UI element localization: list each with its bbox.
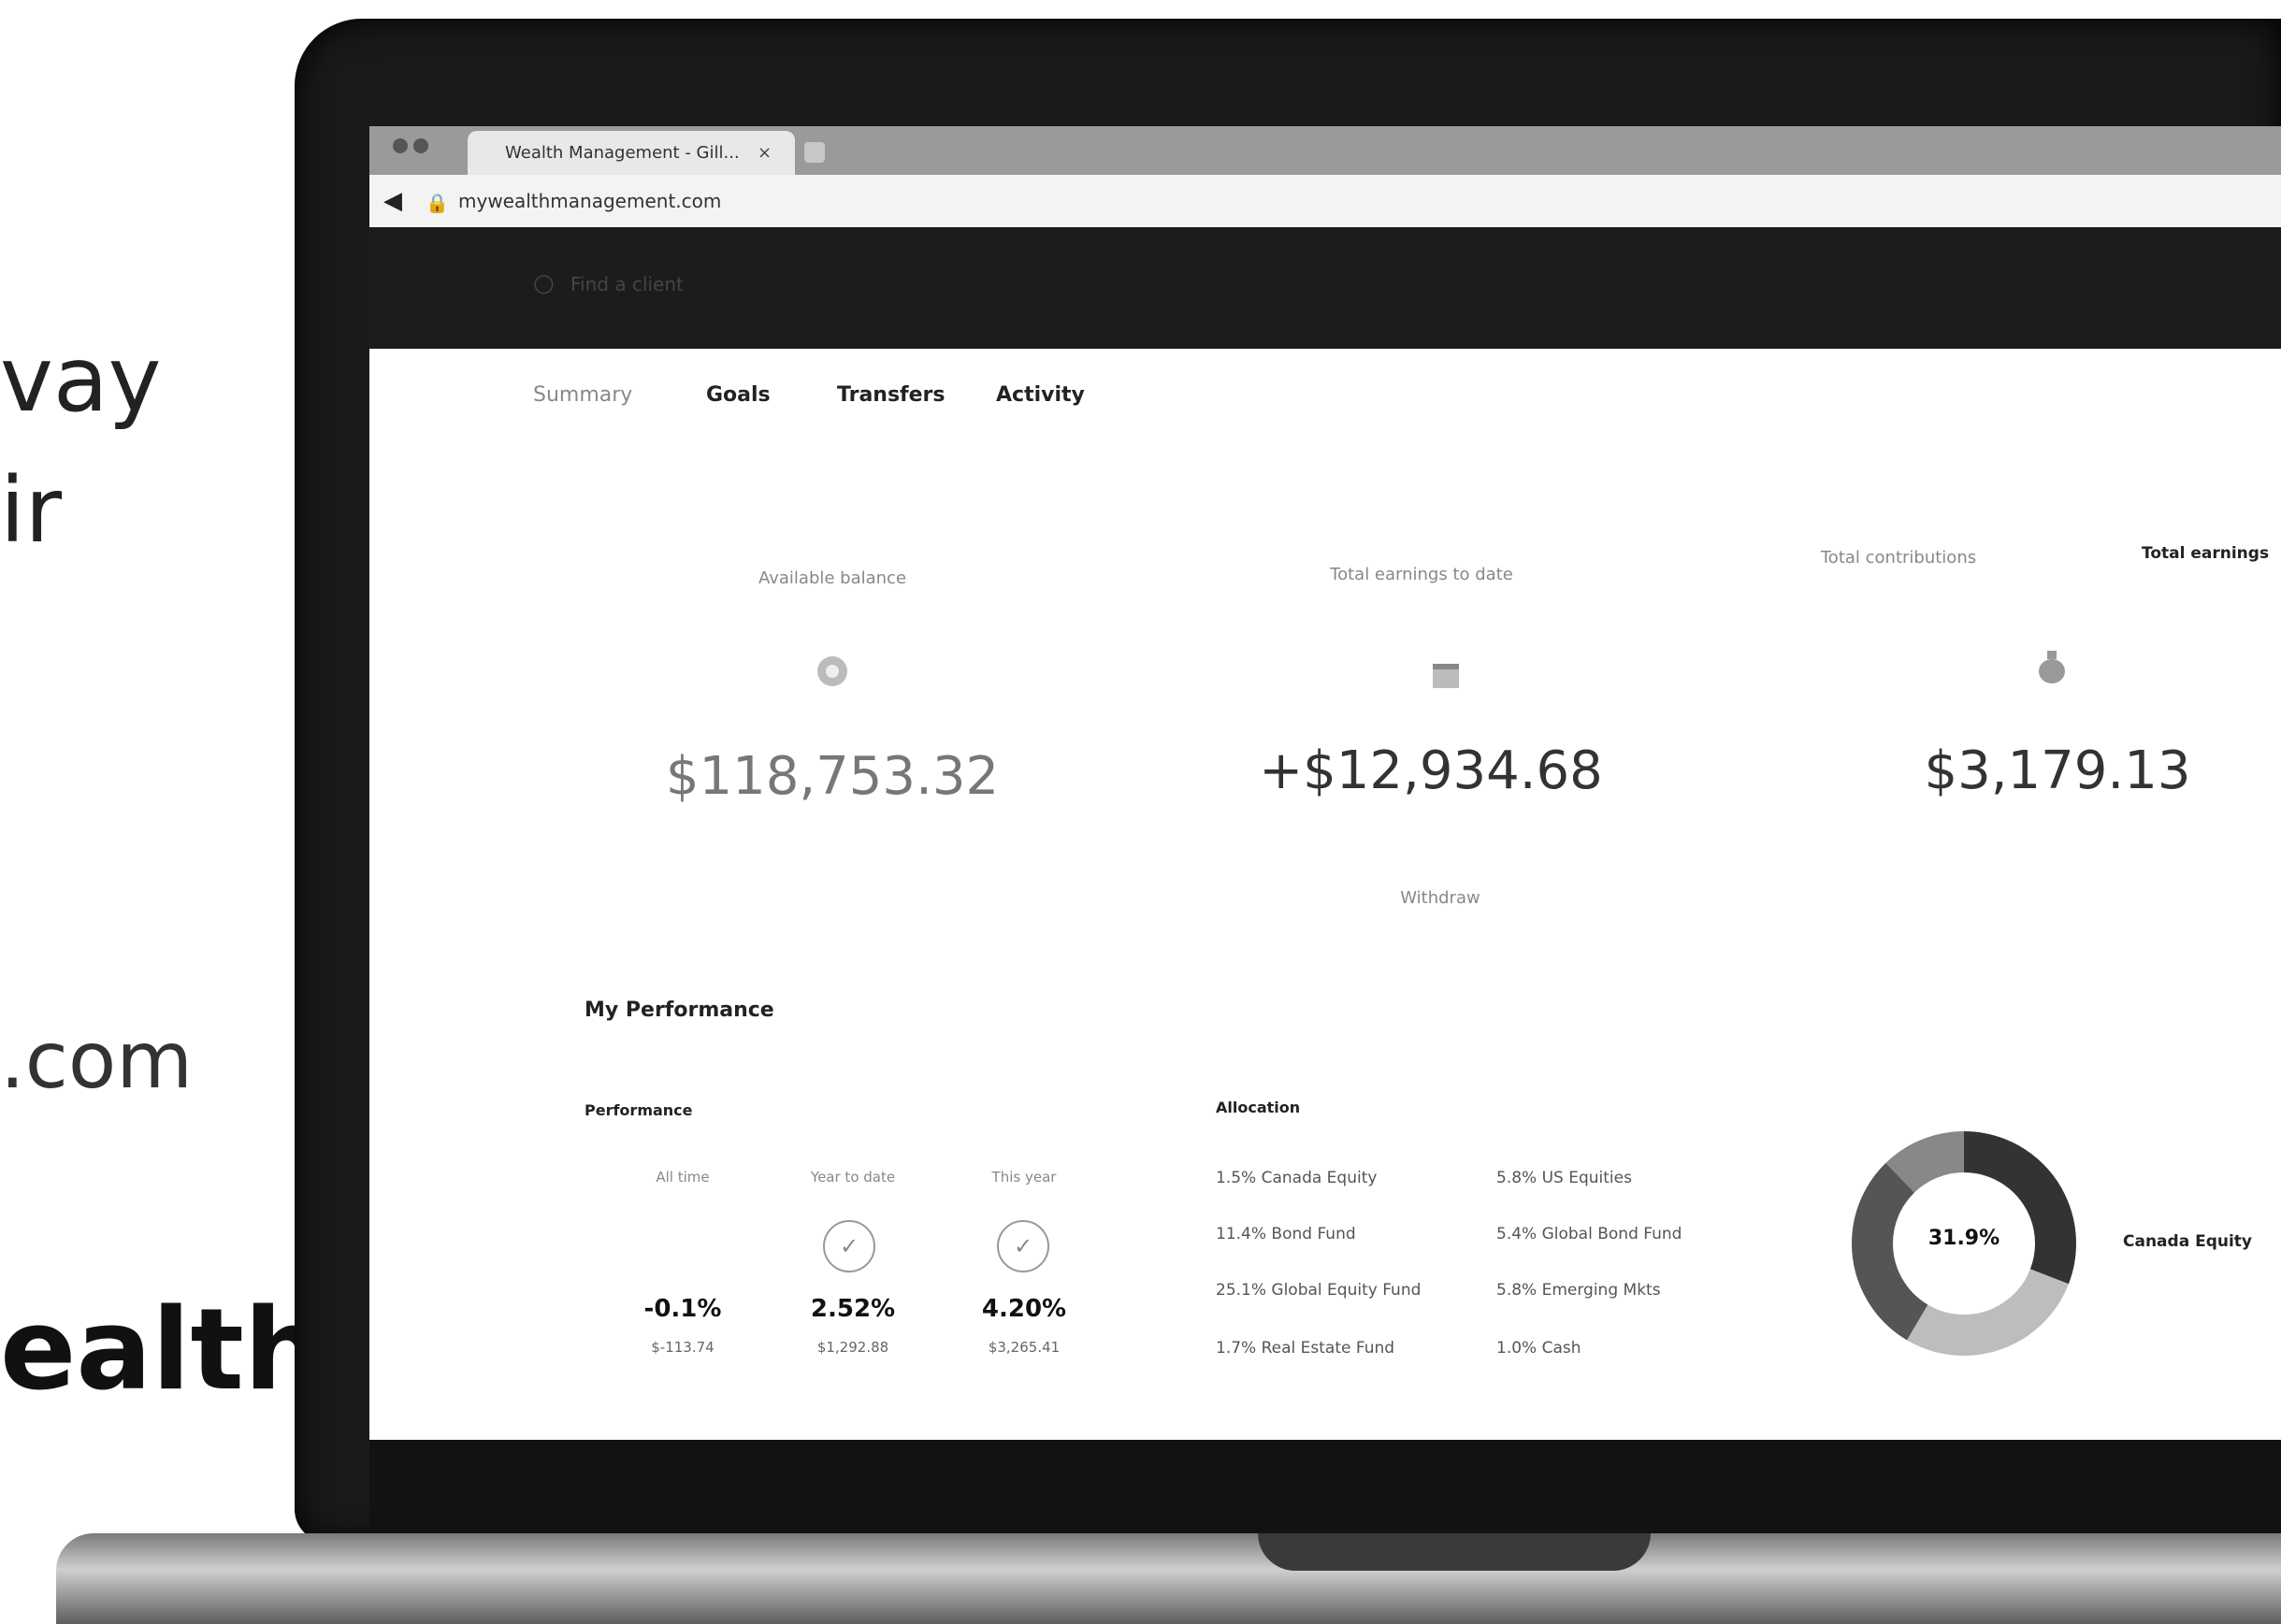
- perf-col-pct: 4.20%: [981, 1295, 1067, 1323]
- check-circle-icon: ✓: [997, 1220, 1049, 1272]
- url-text[interactable]: mywealthmanagement.com: [458, 190, 721, 212]
- allocation-item: 1.7% Real Estate Fund: [1216, 1339, 1395, 1358]
- perf-col-pct: 2.52%: [810, 1295, 896, 1323]
- stat-value-balance: $118,753.32: [665, 746, 1000, 807]
- donut-center-value: 31.9%: [1927, 1227, 2000, 1250]
- perf-col-head: Year to date: [810, 1169, 896, 1186]
- stat-label-balance: Available balance: [758, 568, 907, 588]
- laptop-notch: [1258, 1533, 1651, 1571]
- stat-label-contributions: Total contributions: [1820, 548, 1977, 568]
- perf-col-head: This year: [991, 1169, 1057, 1186]
- allocation-item: 25.1% Global Equity Fund: [1216, 1281, 1422, 1300]
- tab-activity[interactable]: Activity: [996, 383, 1085, 407]
- tab-goals[interactable]: Goals: [706, 383, 771, 407]
- lock-icon: 🔒: [426, 192, 449, 214]
- calendar-icon: [1433, 664, 1459, 688]
- allocation-item: 1.0% Cash: [1496, 1339, 1581, 1358]
- section-title-performance[interactable]: My Performance: [585, 999, 774, 1022]
- search-icon[interactable]: ○: [533, 269, 555, 297]
- laptop-base: [56, 1533, 2281, 1624]
- allocation-item: 1.5% Canada Equity: [1216, 1169, 1378, 1187]
- allocation-title: Allocation: [1216, 1099, 1301, 1116]
- allocation-item: 11.4% Bond Fund: [1216, 1225, 1356, 1243]
- back-arrow-icon[interactable]: ◀: [383, 187, 402, 215]
- marketing-text-fragment: ir: [0, 458, 63, 563]
- stat-value-earnings: +$12,934.68: [1259, 740, 1603, 801]
- allocation-item: 5.4% Global Bond Fund: [1496, 1225, 1682, 1243]
- tab-transfers[interactable]: Transfers: [837, 383, 945, 407]
- laptop-bottom-bezel: [369, 1440, 2281, 1533]
- brand-text-fragment: ealth: [0, 1286, 325, 1416]
- gear-icon: [817, 656, 847, 686]
- performance-subtitle: Performance: [585, 1101, 693, 1119]
- new-tab-button[interactable]: [804, 142, 825, 163]
- window-controls[interactable]: [393, 138, 458, 159]
- search-input[interactable]: Find a client: [570, 273, 684, 295]
- perf-col-pct: -0.1%: [643, 1295, 722, 1323]
- stat-value-contributions: $3,179.13: [1924, 740, 2191, 801]
- allocation-item: 5.8% US Equities: [1496, 1169, 1632, 1187]
- perf-col-sub: $-113.74: [651, 1339, 715, 1356]
- marketing-text-fragment: vay: [0, 327, 162, 432]
- perf-col-head: All time: [656, 1169, 710, 1186]
- allocation-item: 5.8% Emerging Mkts: [1496, 1281, 1661, 1300]
- donut-legend-label: Canada Equity: [2123, 1232, 2253, 1251]
- tab-close-icon[interactable]: ×: [758, 131, 772, 175]
- website-text-fragment: .com: [0, 1014, 194, 1106]
- perf-col-sub: $3,265.41: [988, 1339, 1061, 1356]
- tab-summary[interactable]: Summary: [533, 383, 632, 407]
- check-circle-icon: ✓: [823, 1220, 875, 1272]
- close-window-icon[interactable]: [393, 138, 408, 153]
- money-bag-icon: [2039, 651, 2065, 683]
- stat-label-earnings: Total earnings to date: [1330, 565, 1513, 584]
- perf-col-sub: $1,292.88: [816, 1339, 889, 1356]
- stat-label-total-earnings: Total earnings: [2142, 544, 2270, 563]
- withdraw-link[interactable]: Withdraw: [1244, 888, 1637, 908]
- browser-tab[interactable]: Wealth Management - Gill...: [468, 131, 795, 175]
- minimize-window-icon[interactable]: [413, 138, 428, 153]
